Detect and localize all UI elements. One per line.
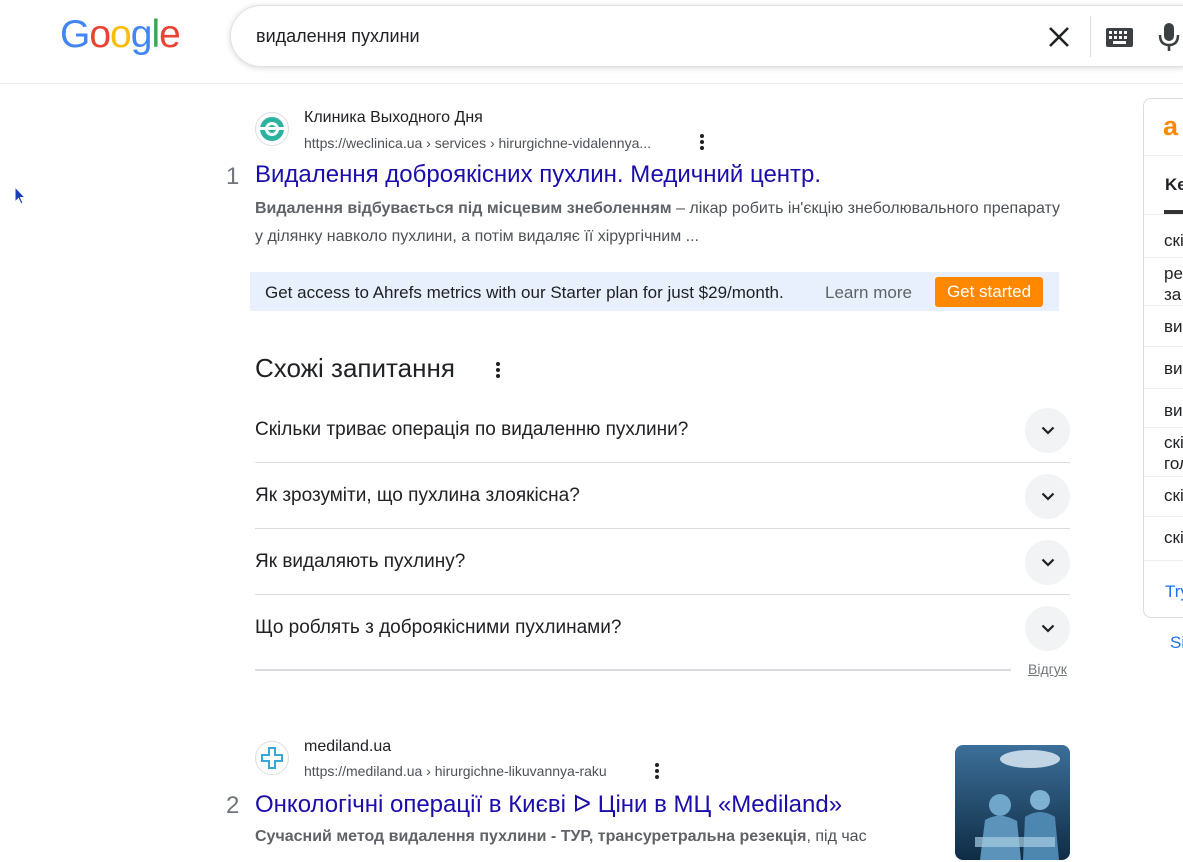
panel-divider: [1144, 476, 1183, 477]
result-1-url[interactable]: https://weclinica.ua › services › hirurg…: [304, 135, 651, 151]
panel-divider: [1144, 155, 1183, 156]
chevron-down-icon[interactable]: [1025, 474, 1070, 519]
result-1-more-icon[interactable]: [700, 134, 704, 155]
chevron-down-icon[interactable]: [1025, 606, 1070, 651]
panel-divider: [1144, 305, 1183, 306]
panel-divider: [1144, 516, 1183, 517]
result-2-url[interactable]: https://mediland.ua › hirurgichne-likuva…: [304, 763, 607, 779]
chevron-down-icon[interactable]: [1025, 540, 1070, 585]
paa-question-text[interactable]: Що роблять з доброякісними пухлинами?: [255, 595, 621, 661]
keyboard-icon[interactable]: [1106, 28, 1133, 52]
result-1-site-name[interactable]: Клиника Выходного Дня: [304, 109, 483, 127]
panel-divider: [1144, 257, 1183, 258]
ahrefs-logo[interactable]: a: [1163, 111, 1178, 142]
result-2-more-icon[interactable]: [655, 763, 659, 784]
paa-question-row[interactable]: Скільки триває операція по видаленню пух…: [255, 397, 1070, 463]
panel-divider: [1144, 388, 1183, 389]
header-divider: [0, 83, 1183, 84]
panel-divider: [1144, 214, 1183, 215]
panel-keyword-item[interactable]: ви: [1164, 316, 1183, 337]
paa-more-icon[interactable]: [496, 362, 500, 383]
panel-divider: [1144, 427, 1183, 428]
result-2-site-name[interactable]: mediland.ua: [304, 738, 391, 756]
result-1-snippet: Видалення відбувається під місцевим знеб…: [255, 195, 1065, 251]
panel-keyword-item[interactable]: скі: [1164, 485, 1183, 506]
panel-keyword-item[interactable]: ви: [1164, 400, 1183, 421]
result-1-rank: 1: [226, 163, 240, 190]
result-2-thumbnail-image[interactable]: [955, 745, 1070, 860]
paa-bottom-divider: [255, 669, 1011, 671]
paa-question-row[interactable]: Як зрозуміти, що пухлина злоякісна?: [255, 463, 1070, 529]
panel-try-link[interactable]: Try: [1165, 582, 1183, 602]
result-2-snippet-bold: Сучасний метод видалення пухлини - ТУР, …: [255, 828, 807, 845]
paa-question-row[interactable]: Що роблять з доброякісними пухлинами?: [255, 595, 1070, 661]
panel-keyword-item[interactable]: скі: [1164, 527, 1183, 548]
result-1-title-link[interactable]: Видалення доброякісних пухлин. Медичний …: [255, 161, 821, 189]
result-2-snippet-text: , під час: [806, 828, 867, 845]
result-2-rank: 2: [226, 792, 240, 819]
panel-heading: Ke: [1165, 175, 1183, 194]
google-logo[interactable]: Google: [60, 13, 181, 57]
paa-question-row[interactable]: Як видаляють пухлину?: [255, 529, 1070, 595]
microphone-icon[interactable]: [1158, 22, 1180, 57]
panel-keyword-item[interactable]: ре за: [1164, 263, 1183, 305]
panel-keyword-item[interactable]: скі: [1164, 230, 1183, 251]
paa-question-text[interactable]: Як видаляють пухлину?: [255, 529, 465, 595]
panel-sign-link[interactable]: Si: [1170, 633, 1183, 653]
paa-heading: Схожі запитання: [255, 353, 455, 383]
panel-keyword-item[interactable]: скі гол: [1164, 432, 1183, 474]
result-2-title-link[interactable]: Онкологічні операції в Києві ᐅ Ціни в МЦ…: [255, 790, 842, 819]
weclinica-favicon-icon: [255, 112, 289, 146]
ahrefs-get-started-button[interactable]: Get started: [935, 277, 1043, 307]
result-1-snippet-bold: Видалення відбувається під місцевим знеб…: [255, 200, 672, 217]
panel-divider: [1144, 346, 1183, 347]
ahrefs-promo-text: Get access to Ahrefs metrics with our St…: [265, 283, 784, 302]
search-input[interactable]: видалення пухлини: [256, 26, 420, 47]
result-2-snippet: Сучасний метод видалення пухлини - ТУР, …: [255, 823, 945, 851]
paa-question-text[interactable]: Скільки триває операція по видаленню пух…: [255, 397, 688, 463]
panel-divider: [1144, 560, 1183, 561]
clear-search-icon[interactable]: [1046, 24, 1072, 50]
mediland-favicon-icon: [255, 741, 289, 775]
chevron-down-icon[interactable]: [1025, 408, 1070, 453]
panel-keyword-item[interactable]: ви: [1164, 358, 1183, 379]
ahrefs-learn-more-link[interactable]: Learn more: [825, 283, 912, 303]
mouse-cursor-icon: [14, 185, 27, 211]
paa-feedback-link[interactable]: Відгук: [1028, 661, 1067, 677]
paa-question-text[interactable]: Як зрозуміти, що пухлина злоякісна?: [255, 463, 580, 529]
search-divider: [1090, 16, 1091, 57]
